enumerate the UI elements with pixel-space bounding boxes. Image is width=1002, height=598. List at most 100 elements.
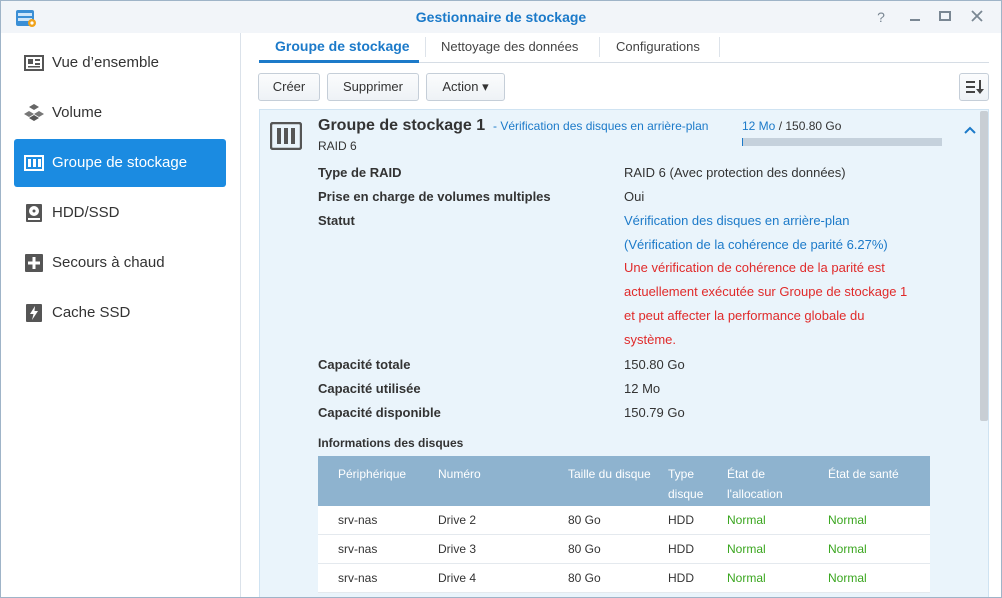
help-icon[interactable]: ?: [871, 7, 891, 27]
cell-device: srv-nas: [338, 513, 378, 527]
tab-storage-pool[interactable]: Groupe de stockage: [275, 38, 410, 54]
sidebar: Vue d’ensemble Volume Groupe de stockage: [1, 33, 241, 597]
column-header-allocation-line: État de: [727, 467, 766, 481]
storage-pool-icon: [270, 122, 302, 150]
table-row[interactable]: srv-nas Drive 2 80 Go HDD Normal Normal: [318, 506, 930, 535]
ssd-cache-icon: [26, 304, 42, 322]
usage-text: 12 Mo / 150.80 Go: [742, 119, 841, 133]
cell-size: 80 Go: [568, 571, 601, 585]
sort-button[interactable]: [959, 73, 989, 101]
sidebar-item-volume[interactable]: Volume: [14, 89, 226, 137]
cell-number: Drive 3: [438, 542, 477, 556]
column-header-health[interactable]: État de santé: [828, 464, 899, 484]
used-capacity-label: Capacité utilisée: [318, 381, 421, 396]
window-title: Gestionnaire de stockage: [415, 9, 587, 25]
cell-size: 80 Go: [568, 542, 601, 556]
raid-type-value: RAID 6 (Avec protection des données): [624, 165, 846, 180]
total-capacity-value: 150.80 Go: [624, 357, 685, 372]
column-header-device[interactable]: Périphérique: [338, 464, 406, 484]
tab-divider: [599, 37, 600, 57]
tab-data-scrubbing[interactable]: Nettoyage des données: [441, 39, 578, 54]
sidebar-item-label: Cache SSD: [52, 304, 131, 321]
table-row[interactable]: srv-nas Drive 3 80 Go HDD Normal Normal: [318, 535, 930, 564]
cell-allocation: Normal: [727, 542, 766, 556]
status-warning-line: actuellement exécutée sur Groupe de stoc…: [624, 284, 908, 299]
action-dropdown-button[interactable]: Action ▾: [426, 73, 505, 101]
sidebar-item-ssd-cache[interactable]: Cache SSD: [14, 289, 226, 337]
status-warning-line: et peut affecter la performance globale …: [624, 308, 865, 323]
table-row[interactable]: srv-nas Drive 4 80 Go HDD Normal Normal: [318, 564, 930, 593]
sidebar-item-overview[interactable]: Vue d’ensemble: [14, 39, 226, 87]
multi-volume-value: Oui: [624, 189, 645, 204]
active-tab-indicator: [259, 60, 419, 63]
usage-used: 12 Mo: [742, 119, 776, 133]
maximize-icon[interactable]: [935, 7, 955, 27]
tab-divider: [719, 37, 720, 57]
pool-status-inline: - Vérification des disques en arrière-pl…: [493, 119, 709, 133]
column-header-type-line: Type: [668, 467, 695, 481]
cell-allocation: Normal: [727, 513, 766, 527]
cell-health: Normal: [828, 542, 867, 556]
available-capacity-label: Capacité disponible: [318, 405, 441, 420]
column-header-number[interactable]: Numéro: [438, 464, 481, 484]
available-capacity-value: 150.79 Go: [624, 405, 685, 420]
cell-type: HDD: [668, 542, 694, 556]
cell-device: srv-nas: [338, 542, 378, 556]
pool-raid-type: RAID 6: [318, 139, 357, 153]
cell-health: Normal: [828, 571, 867, 585]
cell-allocation: Normal: [727, 571, 766, 585]
usage-separator: /: [775, 119, 786, 133]
create-button[interactable]: Créer: [258, 73, 320, 101]
column-header-allocation-line: l'allocation: [727, 487, 783, 501]
delete-button[interactable]: Supprimer: [327, 73, 419, 101]
used-capacity-value: 12 Mo: [624, 381, 661, 396]
vertical-scrollbar[interactable]: [980, 111, 988, 421]
disk-table: Périphérique Numéro Taille du disque Typ…: [318, 456, 930, 593]
pool-name: Groupe de stockage 1: [318, 117, 486, 134]
status-warning-line: système.: [624, 332, 677, 347]
parity-check-progress: (Vérification de la cohérence de parité …: [624, 237, 888, 252]
status-label: Statut: [318, 213, 355, 228]
title-bar: Gestionnaire de stockage ?: [1, 1, 1001, 33]
sidebar-item-hdd-ssd[interactable]: HDD/SSD: [14, 189, 226, 237]
sidebar-item-label: Groupe de stockage: [52, 154, 188, 171]
status-value: Vérification des disques en arrière-plan: [624, 213, 850, 228]
column-header-type-line: disque: [668, 487, 704, 501]
usage-total: 150.80 Go: [785, 119, 842, 133]
tab-bar: Groupe de stockage Nettoyage des données…: [259, 33, 989, 63]
usage-bar-fill: [742, 138, 743, 146]
cell-type: HDD: [668, 513, 694, 527]
usage-bar: [742, 138, 942, 146]
column-header-size[interactable]: Taille du disque: [568, 464, 651, 484]
storage-manager-window: Gestionnaire de stockage ? Vue d’ensembl…: [0, 0, 1002, 598]
sidebar-item-label: Vue d’ensemble: [52, 54, 160, 71]
multi-volume-label: Prise en charge de volumes multiples: [318, 189, 551, 204]
hdd-icon: [26, 204, 42, 222]
cell-number: Drive 2: [438, 513, 477, 527]
table-header: Périphérique Numéro Taille du disque Typ…: [318, 456, 930, 506]
total-capacity-label: Capacité totale: [318, 357, 411, 372]
column-header-allocation[interactable]: État de l'allocation: [727, 464, 783, 504]
cell-device: srv-nas: [338, 571, 378, 585]
sidebar-item-hot-spare[interactable]: Secours à chaud: [14, 239, 226, 287]
tab-divider: [425, 37, 426, 57]
overview-icon: [24, 55, 44, 71]
status-warning-line: Une vérification de cohérence de la pari…: [624, 260, 885, 275]
column-header-type[interactable]: Type disque: [668, 464, 703, 504]
sidebar-item-storage-pool[interactable]: Groupe de stockage: [14, 139, 226, 187]
close-icon[interactable]: [967, 7, 987, 27]
tab-configurations[interactable]: Configurations: [616, 39, 700, 54]
cell-size: 80 Go: [568, 513, 601, 527]
cubes-icon: [24, 104, 44, 121]
cell-health: Normal: [828, 513, 867, 527]
hot-spare-icon: [25, 254, 43, 272]
sidebar-item-label: Secours à chaud: [52, 254, 165, 271]
sidebar-item-label: HDD/SSD: [52, 204, 120, 221]
collapse-chevron-up-icon[interactable]: [962, 122, 978, 138]
minimize-icon[interactable]: [905, 7, 925, 27]
storage-pool-panel: Groupe de stockage 1 - Vérification des …: [259, 109, 989, 597]
sort-icon: [966, 80, 984, 94]
raid-type-label: Type de RAID: [318, 165, 402, 180]
disk-info-title: Informations des disques: [318, 436, 464, 450]
cell-type: HDD: [668, 571, 694, 585]
